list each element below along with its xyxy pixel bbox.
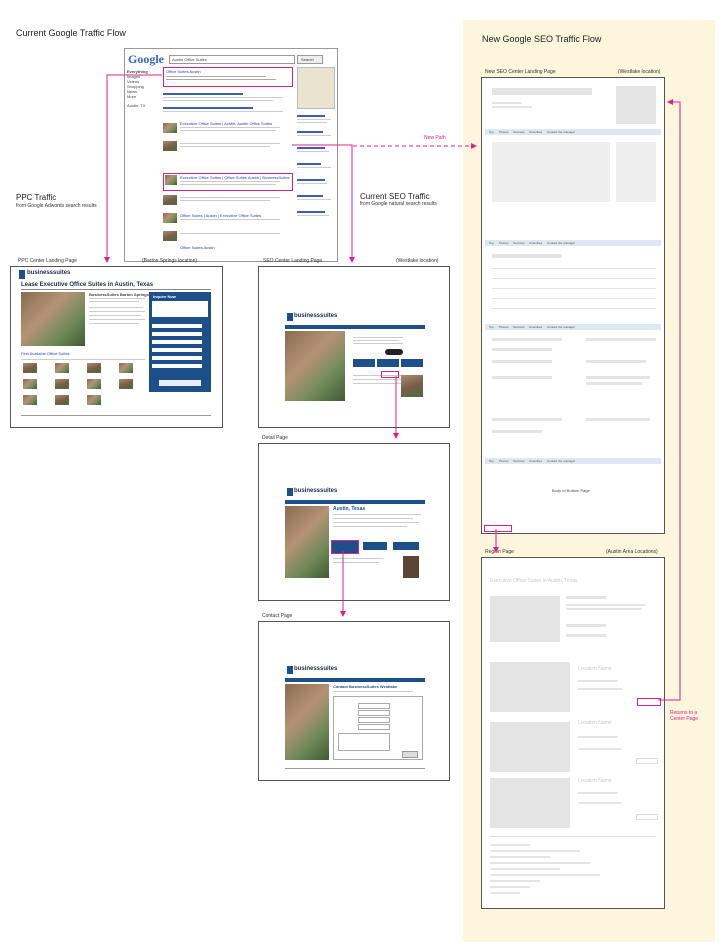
region-page-location: (Austin Area Locations) <box>606 549 658 555</box>
google-logo: Google <box>128 52 164 66</box>
detail-page: businesssuites Austin, Texas <box>258 443 450 601</box>
seo-traffic-subtitle: from Google natural search results <box>360 201 437 207</box>
right-ads <box>297 111 333 251</box>
ppc-field-4[interactable] <box>152 348 202 352</box>
tab4-top[interactable]: Top <box>489 459 494 463</box>
google-serp: Google Austin Office Suites Search Every… <box>124 48 338 262</box>
contact-field-email[interactable] <box>358 710 390 716</box>
ppc-find-link[interactable]: Find Available Office Suites <box>21 351 70 356</box>
tab3-contact-manager[interactable]: Contact the manager <box>547 325 575 329</box>
tab4-photos[interactable]: Photos <box>499 459 508 463</box>
tab-photos[interactable]: Photos <box>499 130 508 134</box>
tab2-photos[interactable]: Photos <box>499 241 508 245</box>
tab3-photos[interactable]: Photos <box>499 325 508 329</box>
new-seo-tabs-3: Top Photos Services Amenities Contact th… <box>485 324 661 330</box>
new-seo-landing-page: Top Photos Services Amenities Contact th… <box>481 77 665 534</box>
ppc-page-label: PPC Center Landing Page <box>18 258 77 264</box>
result-2[interactable]: Executive Office Suites | Office Suites … <box>180 175 290 180</box>
seo-detail-link-highlight[interactable] <box>381 371 399 378</box>
tab4-services[interactable]: Services <box>513 459 525 463</box>
result-4[interactable]: Office Suites Austin <box>180 245 215 250</box>
ppc-field-2[interactable] <box>152 332 202 336</box>
ppc-traffic-title: PPC Traffic <box>16 193 57 202</box>
ppc-headline: Lease Executive Office Suites in Austin,… <box>21 282 154 288</box>
new-flow-title: New Google SEO Traffic Flow <box>482 34 602 44</box>
ad-result-title[interactable]: Office Suites Austin <box>166 69 201 74</box>
new-seo-page-location: (Westlake location) <box>618 69 661 75</box>
ppc-center-name: BusinessSuites Barton Springs <box>89 292 149 297</box>
ppc-field-1[interactable] <box>152 324 202 328</box>
ppc-submit-button[interactable] <box>159 380 201 386</box>
ppc-field-5[interactable] <box>152 356 202 360</box>
tab-services[interactable]: Services <box>513 130 525 134</box>
current-flow-title: Current Google Traffic Flow <box>16 28 126 38</box>
tab4-contact-manager[interactable]: Contact the manager <box>547 459 575 463</box>
contact-brand: businesssuites <box>294 666 338 672</box>
google-search-input[interactable]: Austin Office Suites <box>169 55 295 64</box>
back-to-region-link-highlight[interactable] <box>484 525 512 532</box>
results-list: Executive Office Suites | Austin, Austin… <box>163 89 293 255</box>
ppc-landing-page: businesssuites Lease Executive Office Su… <box>10 266 223 428</box>
tab3-top[interactable]: Top <box>489 325 494 329</box>
ppc-field-3[interactable] <box>152 340 202 344</box>
ppc-field-6[interactable] <box>152 364 202 368</box>
tab2-amenities[interactable]: Amenities <box>529 241 542 245</box>
tab-contact-manager[interactable]: Contact the manager <box>547 130 575 134</box>
tab4-amenities[interactable]: Amenities <box>529 459 542 463</box>
detail-contact-button-highlight[interactable] <box>331 540 359 554</box>
region-location-1[interactable]: Location Name <box>578 666 612 672</box>
contact-field-phone[interactable] <box>358 717 390 723</box>
seo-brand: businesssuites <box>294 313 338 319</box>
region-center-link-highlight[interactable] <box>637 698 661 706</box>
ppc-building-photo <box>21 292 85 346</box>
new-path-label: New Path <box>424 135 446 141</box>
contact-submit-button[interactable] <box>402 751 418 758</box>
ppc-inquire-form: Inquire Now <box>149 292 211 392</box>
google-map[interactable] <box>297 67 335 109</box>
region-page-label: Region Page <box>485 549 514 555</box>
contact-field-name[interactable] <box>358 703 390 709</box>
contact-field-company[interactable] <box>358 724 390 730</box>
contact-headline: Contact BusinessSuites Westlake <box>333 684 398 689</box>
new-seo-tabs-1: Top Photos Services Amenities Contact th… <box>485 129 661 135</box>
region-location-3[interactable]: Location Name <box>578 778 612 784</box>
sidebar-item-more[interactable]: More <box>127 94 157 99</box>
seo-page-label: SEO Center Landing Page <box>263 258 323 264</box>
seo-building-photo <box>285 331 345 401</box>
new-seo-footer-note: Body of Bottom Page <box>552 488 590 493</box>
tab3-services[interactable]: Services <box>513 325 525 329</box>
new-seo-tabs-4: Top Photos Services Amenities Contact th… <box>485 458 661 464</box>
tab2-services[interactable]: Services <box>513 241 525 245</box>
ppc-form-title: Inquire Now <box>153 294 176 299</box>
returns-note: Returns to a Center Page <box>670 710 699 722</box>
new-seo-tabs-2: Top Photos Services Amenities Contact th… <box>485 240 661 246</box>
seo-traffic-title: Current SEO Traffic <box>360 192 430 201</box>
tab2-top[interactable]: Top <box>489 241 494 245</box>
region-location-2[interactable]: Location Name <box>578 720 612 726</box>
contact-form <box>333 696 423 760</box>
ppc-page-location: (Barton Springs location) <box>142 258 198 264</box>
tab3-amenities[interactable]: Amenities <box>529 325 542 329</box>
detail-page-label: Detail Page <box>262 435 288 441</box>
ppc-brand: businesssuites <box>27 270 71 276</box>
contact-page: businesssuites Contact BusinessSuites We… <box>258 621 450 781</box>
location-text: Austin, TX <box>127 103 146 108</box>
tab-top[interactable]: Top <box>489 130 494 134</box>
tab2-contact-manager[interactable]: Contact the manager <box>547 241 575 245</box>
new-seo-page-label: New SEO Center Landing Page <box>485 69 556 75</box>
contact-message[interactable] <box>338 733 390 751</box>
region-page: Executive Office Suites in Austin, Texas… <box>481 557 665 909</box>
contact-page-label: Contact Page <box>262 613 293 619</box>
detail-brand: businesssuites <box>294 488 338 494</box>
ppc-traffic-subtitle: from Google Adwords search results <box>16 203 97 209</box>
region-title: Executive Office Suites in Austin, Texas <box>490 578 578 584</box>
detail-headline: Austin, Texas <box>333 506 366 512</box>
seo-page-location: (Westlake location) <box>396 258 439 264</box>
google-search-button[interactable]: Search <box>297 55 323 64</box>
seo-landing-page: businesssuites <box>258 266 450 428</box>
result-1[interactable]: Executive Office Suites | Austin, Austin… <box>180 121 272 126</box>
google-sidebar: Everything Images Videos Shopping News M… <box>127 69 157 108</box>
tab-amenities[interactable]: Amenities <box>529 130 542 134</box>
result-3[interactable]: Office Suites | Austin | Executive Offic… <box>180 213 261 218</box>
